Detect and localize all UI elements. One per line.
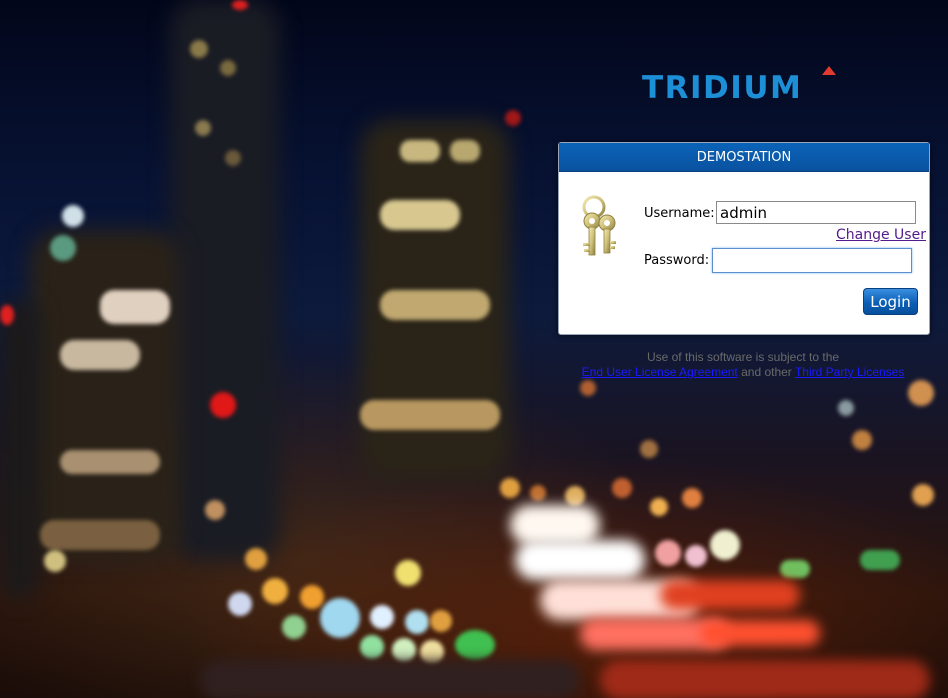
logo-text: TRIDIUM [642,70,803,106]
license-notice-line2: End User License Agreement and other Thi… [548,365,938,380]
and-other-text: and other [737,365,795,379]
username-field[interactable] [716,201,916,224]
change-user-link[interactable]: Change User [836,227,926,243]
keys-icon [582,195,616,256]
password-label: Password: [644,253,710,268]
login-panel: DEMOSTATION Username: Change User Passwo… [558,142,930,335]
panel-title: DEMOSTATION [559,143,929,172]
license-notice-line1: Use of this software is subject to the [646,350,840,364]
password-field[interactable] [712,248,912,273]
tridium-logo: TRIDIUM [642,66,852,108]
login-button[interactable]: Login [863,288,918,315]
eula-link[interactable]: End User License Agreement [582,365,738,379]
third-party-licenses-link[interactable]: Third Party Licenses [795,365,904,379]
license-notice: Use of this software is subject to the E… [548,350,938,380]
username-label: Username: [644,206,715,221]
logo-triangle-icon [822,66,836,75]
